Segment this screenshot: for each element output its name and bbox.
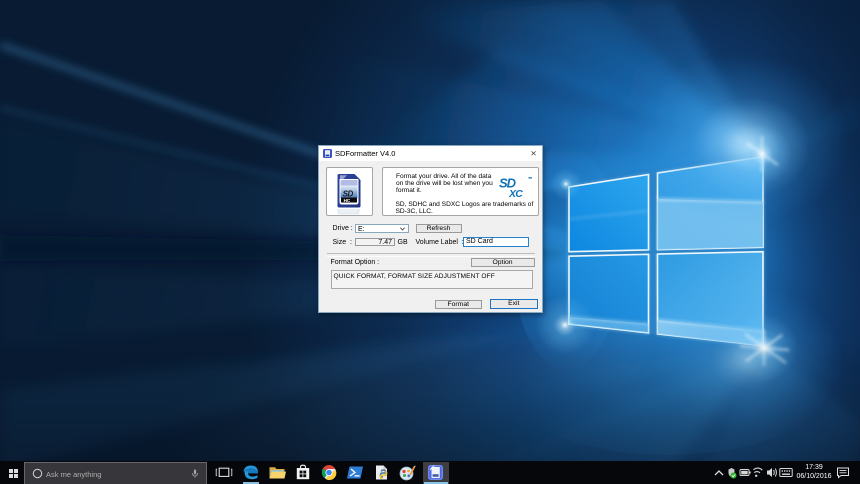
svg-text:XC: XC [508, 188, 523, 198]
svg-text:HC: HC [344, 197, 351, 202]
